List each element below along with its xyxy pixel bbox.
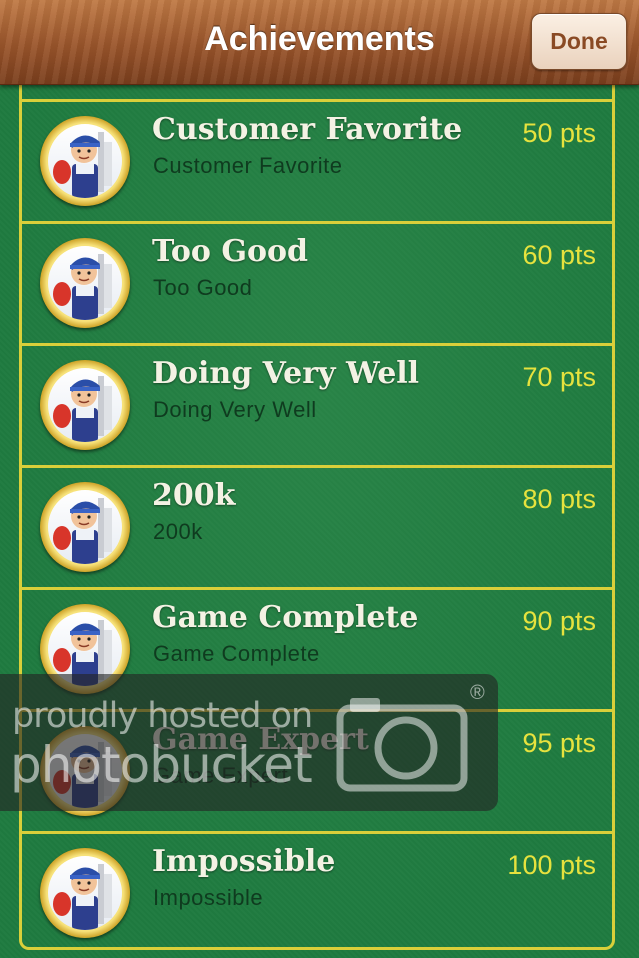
achievement-badge (40, 848, 130, 938)
achievement-subtitle: Impossible (153, 885, 264, 910)
achievement-subtitle: Too Good (153, 275, 253, 300)
achievement-points: 60 pts (522, 240, 596, 270)
photobucket-watermark: proudly hosted on photobucket ® (0, 674, 498, 811)
achievement-row-3[interactable]: Doing Very Well Doing Very Well 70 pts (22, 343, 612, 465)
achievement-points: 80 pts (522, 484, 596, 514)
achievement-title: Game Complete (152, 600, 419, 635)
watermark-line2: photobucket (10, 736, 313, 794)
achievement-title: Impossible (152, 844, 336, 879)
waiter-character-icon (53, 254, 112, 320)
achievement-badge (40, 238, 130, 328)
navigation-bar: Achievements Done (0, 0, 639, 85)
achievement-title: Too Good (152, 234, 308, 269)
achievement-subtitle: 200k (153, 519, 203, 544)
done-button[interactable]: Done (531, 13, 627, 70)
achievement-subtitle: Game Complete (153, 641, 320, 666)
achievement-subtitle: Customer Favorite (153, 153, 343, 178)
achievement-points: 70 pts (522, 362, 596, 392)
achievement-row-7[interactable]: Impossible Impossible 100 pts (22, 831, 612, 953)
watermark-line1: proudly hosted on (12, 696, 313, 736)
waiter-character-icon (53, 498, 112, 564)
waiter-character-icon (53, 132, 112, 198)
camera-icon (336, 698, 468, 792)
achievement-points: 95 pts (522, 728, 596, 758)
registered-mark: ® (470, 682, 485, 704)
achievement-title: Customer Favorite (152, 112, 463, 147)
achievement-points: 90 pts (522, 606, 596, 636)
achievement-row-1[interactable]: Customer Favorite Customer Favorite 50 p… (22, 99, 612, 221)
achievement-badge (40, 482, 130, 572)
achievement-subtitle: Doing Very Well (153, 397, 317, 422)
achievement-title: Doing Very Well (152, 356, 420, 391)
achievement-row-4[interactable]: 200k 200k 80 pts (22, 465, 612, 587)
waiter-character-icon (53, 376, 112, 442)
achievement-badge (40, 360, 130, 450)
achievement-points: 50 pts (522, 118, 596, 148)
achievement-row-2[interactable]: Too Good Too Good 60 pts (22, 221, 612, 343)
achievement-title: 200k (152, 478, 236, 513)
waiter-character-icon (53, 864, 112, 930)
achievement-points: 100 pts (507, 850, 596, 880)
achievement-badge (40, 116, 130, 206)
